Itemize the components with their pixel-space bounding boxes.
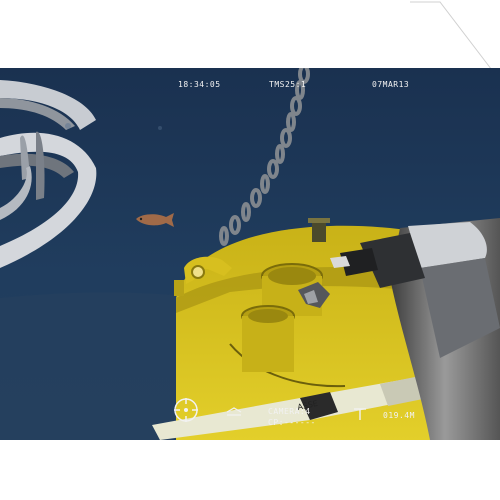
hud-time: 18:34:05 <box>178 80 221 89</box>
underwater-scene: ASSE <box>0 68 500 440</box>
pitch-indicator-icon <box>226 407 242 416</box>
buoy-cylinder-left <box>241 305 295 372</box>
hud-tms-turns: TMS25:1 <box>269 80 307 89</box>
hud-camera-label: CAMERA:4 <box>268 407 311 416</box>
hud-cp-value: CP:------ <box>268 418 316 427</box>
compass-icon <box>174 398 198 422</box>
tether-icon <box>354 408 366 420</box>
rov-camera-viewport[interactable]: ASSE 18:34:05 TMS25:1 07MAR13 CAMERA:4 C… <box>0 68 500 440</box>
hud-date: 07MAR13 <box>372 80 410 89</box>
hud-depth: 019.4M <box>383 411 415 420</box>
